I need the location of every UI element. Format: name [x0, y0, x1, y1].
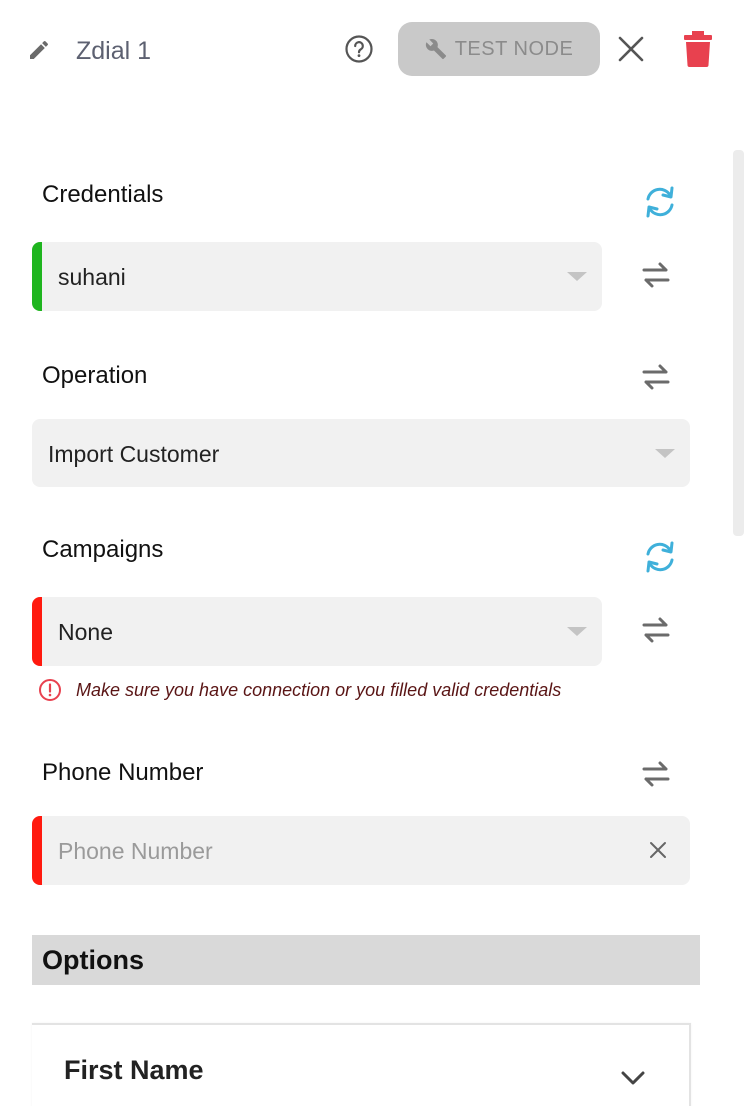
operation-value: Import Customer [48, 441, 220, 467]
credentials-status-bar [32, 242, 42, 311]
node-title[interactable]: Zdial 1 [76, 37, 151, 66]
test-node-label: TEST NODE [454, 37, 574, 60]
swap-expression-icon[interactable] [640, 361, 672, 393]
campaigns-select[interactable]: None [32, 597, 602, 666]
campaigns-error-text: Make sure you have connection or you fil… [76, 679, 562, 700]
chevron-down-icon [567, 272, 587, 281]
options-header: Options [32, 935, 700, 985]
option-first-name-label: First Name [64, 1055, 204, 1085]
option-first-name[interactable]: First Name [32, 1023, 691, 1106]
clear-icon[interactable] [647, 839, 669, 861]
campaigns-error: Make sure you have connection or you fil… [38, 678, 561, 702]
test-node-button[interactable]: TEST NODE [398, 22, 600, 76]
credentials-select[interactable]: suhani [32, 242, 602, 311]
operation-label: Operation [42, 362, 148, 389]
trash-icon[interactable] [683, 31, 713, 67]
chevron-down-icon [567, 627, 587, 636]
wrench-icon [425, 39, 446, 60]
phone-number-input[interactable]: Phone Number [32, 816, 690, 885]
phone-number-placeholder: Phone Number [58, 838, 213, 864]
campaigns-label: Campaigns [42, 536, 164, 563]
operation-select[interactable]: Import Customer [32, 419, 690, 487]
swap-expression-icon[interactable] [640, 259, 672, 291]
campaigns-value: None [58, 619, 113, 645]
node-header: Zdial 1 TEST NODE [0, 0, 744, 100]
chevron-down-icon[interactable] [618, 1063, 648, 1093]
close-icon[interactable] [616, 34, 646, 64]
scrollbar[interactable] [733, 150, 744, 536]
campaigns-status-bar [32, 597, 42, 666]
credentials-value: suhani [58, 264, 126, 290]
refresh-credentials-icon[interactable] [641, 183, 679, 221]
options-title: Options [42, 945, 144, 975]
phone-number-status-bar [32, 816, 42, 885]
swap-expression-icon[interactable] [640, 758, 672, 790]
chevron-down-icon [655, 449, 675, 458]
pencil-icon[interactable] [27, 38, 51, 62]
refresh-campaigns-icon[interactable] [641, 538, 679, 576]
swap-expression-icon[interactable] [640, 614, 672, 646]
help-circle-icon[interactable] [344, 34, 374, 64]
phone-number-label: Phone Number [42, 759, 204, 786]
alert-circle-icon [39, 679, 61, 701]
credentials-label: Credentials [42, 181, 164, 208]
